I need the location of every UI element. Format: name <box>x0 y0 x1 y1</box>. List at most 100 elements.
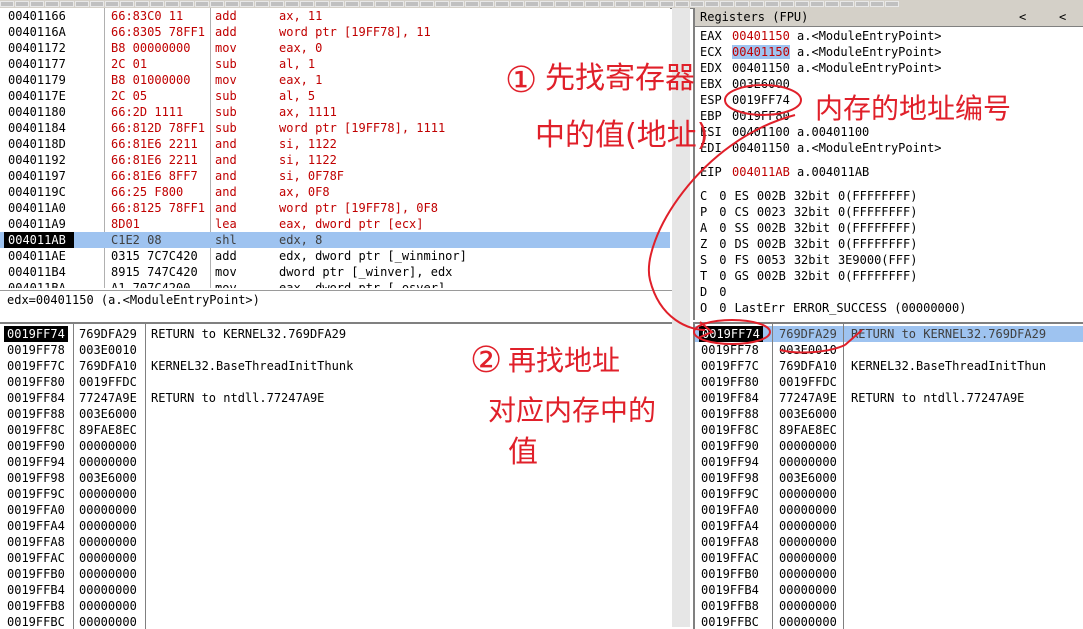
register-row[interactable]: EAX 00401150 a.<ModuleEntryPoint> <box>700 28 942 44</box>
toolbar-button[interactable] <box>645 1 659 7</box>
disasm-row[interactable]: 004011B4 8915 747C420 mov dword ptr [_winve… <box>0 264 670 280</box>
stack-row[interactable]: 0019FF90 00000000 <box>695 438 1083 454</box>
disassembly-pane[interactable]: 00401166 66:83C0 11 add ax, 11 0040116A 66:83… <box>0 8 670 288</box>
registers-pane[interactable]: Registers (FPU) < < EAX 00401150 a.<Modul… <box>693 8 1083 320</box>
toolbar-button[interactable] <box>810 1 824 7</box>
stack-row[interactable]: 0019FF88 003E6000 <box>0 406 672 422</box>
toolbar-button[interactable] <box>330 1 344 7</box>
stack-row[interactable]: 0019FF90 00000000 <box>0 438 672 454</box>
toolbar-button[interactable] <box>360 1 374 7</box>
toolbar-button[interactable] <box>795 1 809 7</box>
register-value[interactable]: 0019FF80 <box>732 109 790 123</box>
disasm-row[interactable]: 00401166 66:83C0 11 add ax, 11 <box>0 8 670 24</box>
toolbar-button[interactable] <box>210 1 224 7</box>
toolbar-button[interactable] <box>705 1 719 7</box>
toolbar-button[interactable] <box>30 1 44 7</box>
toolbar-button[interactable] <box>45 1 59 7</box>
stack-row[interactable]: 0019FF7C 769DFA10 KERNEL32.BaseThreadInitT… <box>0 358 672 374</box>
stack-pane-right[interactable]: 0019FF74 769DFA29 RETURN to KERNEL32.769DF… <box>693 322 1083 629</box>
register-value[interactable]: 0019FF74 <box>732 93 790 107</box>
register-row[interactable]: ESP 0019FF74 <box>700 92 797 108</box>
register-value[interactable]: 00401150 <box>732 141 790 155</box>
register-value[interactable]: 00401150 <box>732 45 790 59</box>
disasm-row[interactable]: 00401192 66:81E6 2211 and si, 1122 <box>0 152 670 168</box>
toolbar-button[interactable] <box>525 1 539 7</box>
toolbar-button[interactable] <box>660 1 674 7</box>
toolbar-button[interactable] <box>675 1 689 7</box>
toolbar-button[interactable] <box>195 1 209 7</box>
register-row[interactable]: EBP 0019FF80 <box>700 108 797 124</box>
stack-row[interactable]: 0019FF74 769DFA29 RETURN to KERNEL32.769DF… <box>695 326 1083 342</box>
collapse-button[interactable]: < <box>1019 10 1026 24</box>
disasm-row[interactable]: 0040116A 66:8305 78FF1 add word ptr [19FF78… <box>0 24 670 40</box>
disasm-row[interactable]: 0040118D 66:81E6 2211 and si, 1122 <box>0 136 670 152</box>
toolbar-button[interactable] <box>495 1 509 7</box>
toolbar-button[interactable] <box>405 1 419 7</box>
stack-row[interactable]: 0019FF84 77247A9E RETURN to ntdll.77247A9E <box>695 390 1083 406</box>
toolbar-button[interactable] <box>105 1 119 7</box>
stack-row[interactable]: 0019FFA0 00000000 <box>0 502 672 518</box>
disasm-row[interactable]: 004011AB C1E2 08 shl edx, 8 <box>0 232 670 248</box>
register-value[interactable]: 00401150 <box>732 61 790 75</box>
toolbar-button[interactable] <box>855 1 869 7</box>
toolbar-button[interactable] <box>510 1 524 7</box>
toolbar-button[interactable] <box>570 1 584 7</box>
disasm-row[interactable]: 0040119C 66:25 F800 and ax, 0F8 <box>0 184 670 200</box>
flag-row[interactable]: O 0 LastErr ERROR_SUCCESS (00000000) <box>700 300 990 316</box>
toolbar-button[interactable] <box>75 1 89 7</box>
toolbar-button[interactable] <box>870 1 884 7</box>
stack-row[interactable]: 0019FF74 769DFA29 RETURN to KERNEL32.769DF… <box>0 326 672 342</box>
toolbar-button[interactable] <box>225 1 239 7</box>
dump-stack-pane-left[interactable]: 0019FF74 769DFA29 RETURN to KERNEL32.769DF… <box>0 322 690 629</box>
disasm-row[interactable]: 004011AE 0315 7C7C420 add edx, dword ptr [_… <box>0 248 670 264</box>
toolbar-button[interactable] <box>435 1 449 7</box>
toolbar-button[interactable] <box>90 1 104 7</box>
toolbar-button[interactable] <box>270 1 284 7</box>
register-row[interactable]: EBX 003E6000 <box>700 76 797 92</box>
register-value[interactable]: 00401100 <box>732 125 790 139</box>
toolbar-button[interactable] <box>885 1 899 7</box>
stack-row[interactable]: 0019FF8C 89FAE8EC <box>0 422 672 438</box>
toolbar-button[interactable] <box>735 1 749 7</box>
toolbar-button[interactable] <box>840 1 854 7</box>
toolbar-button[interactable] <box>315 1 329 7</box>
disasm-row[interactable]: 004011BA A1 707C4200 mov eax, dword ptr [_o… <box>0 280 670 288</box>
toolbar-button[interactable] <box>555 1 569 7</box>
toolbar-button[interactable] <box>450 1 464 7</box>
stack-row[interactable]: 0019FF9C 00000000 <box>695 486 1083 502</box>
toolbar-button[interactable] <box>780 1 794 7</box>
toolbar-button[interactable] <box>135 1 149 7</box>
register-row[interactable]: ECX 00401150 a.<ModuleEntryPoint> <box>700 44 942 60</box>
toolbar-button[interactable] <box>600 1 614 7</box>
stack-row[interactable]: 0019FFB0 00000000 <box>0 566 672 582</box>
toolbar-button[interactable] <box>120 1 134 7</box>
toolbar-button[interactable] <box>690 1 704 7</box>
disasm-row[interactable]: 00401184 66:812D 78FF1 sub word ptr [19FF78… <box>0 120 670 136</box>
disasm-row[interactable]: 00401172 B8 00000000 mov eax, 0 <box>0 40 670 56</box>
stack-row[interactable]: 0019FFA8 00000000 <box>0 534 672 550</box>
stack-row[interactable]: 0019FFB0 00000000 <box>695 566 1083 582</box>
stack-row[interactable]: 0019FFAC 00000000 <box>695 550 1083 566</box>
toolbar-button[interactable] <box>375 1 389 7</box>
toolbar-button[interactable] <box>150 1 164 7</box>
disasm-row[interactable]: 0040117E 2C 05 sub al, 5 <box>0 88 670 104</box>
flag-row[interactable]: D0 <box>700 284 766 300</box>
flag-row[interactable]: T 0 GS 002B 32bit 0(FFFFFFFF) <box>700 268 925 284</box>
flag-row[interactable]: A 0 SS 002B 32bit 0(FFFFFFFF) <box>700 220 925 236</box>
stack-row[interactable]: 0019FFB8 00000000 <box>0 598 672 614</box>
toolbar-button[interactable] <box>825 1 839 7</box>
stack-row[interactable]: 0019FFA0 00000000 <box>695 502 1083 518</box>
stack-row[interactable]: 0019FF78 003E0010 <box>0 342 672 358</box>
stack-row[interactable]: 0019FFA8 00000000 <box>695 534 1083 550</box>
stack-row[interactable]: 0019FFA4 00000000 <box>0 518 672 534</box>
stack-row[interactable]: 0019FFB4 00000000 <box>0 582 672 598</box>
collapse-button[interactable]: < <box>1059 10 1066 24</box>
register-value[interactable]: 004011AB <box>732 165 790 179</box>
toolbar-button[interactable] <box>165 1 179 7</box>
register-row[interactable]: ESI 00401100 a.00401100 <box>700 124 869 140</box>
toolbar-button[interactable] <box>300 1 314 7</box>
toolbar-button[interactable] <box>390 1 404 7</box>
stack-row[interactable]: 0019FF94 00000000 <box>0 454 672 470</box>
toolbar-button[interactable] <box>420 1 434 7</box>
toolbar-button[interactable] <box>615 1 629 7</box>
